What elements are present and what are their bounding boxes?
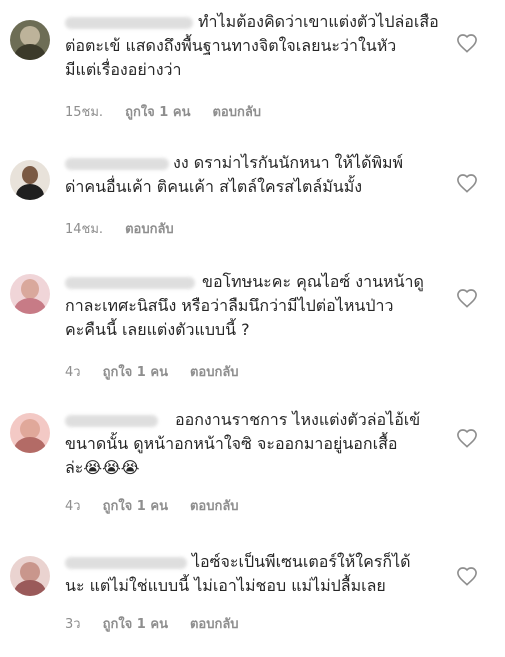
avatar[interactable] [10, 413, 50, 453]
avatar[interactable] [10, 160, 50, 200]
like-count-link[interactable]: ถูกใจ 1 คน [103, 495, 168, 516]
comment-meta: 3ว ถูกใจ 1 คน ตอบกลับ [65, 613, 261, 634]
comment-text: ออกงานราชการ ไหงแต่งตัวล่อไอ้เข้ ขนาดนั้… [65, 410, 421, 477]
avatar[interactable] [10, 556, 50, 596]
like-count-link[interactable]: ถูกใจ 1 คน [103, 361, 168, 382]
comment-time: 3ว [65, 617, 81, 632]
heart-outline-icon[interactable] [456, 288, 478, 308]
comment-meta: 14ชม. ตอบกลับ [65, 218, 196, 239]
like-count-link[interactable]: ถูกใจ 1 คน [103, 613, 168, 634]
reply-button[interactable]: ตอบกลับ [190, 613, 239, 634]
avatar[interactable] [10, 20, 50, 60]
avatar[interactable] [10, 274, 50, 314]
comment-text: ขอโทษนะคะ คุณไอซ์ งานหน้าดู กาละเทศะนิสน… [65, 272, 424, 339]
comment-text: ไอซ์จะเป็นพีเซนเตอร์ให้ใครก็ได้ นะ แต่ไม… [65, 552, 411, 595]
comment-meta: 4ว ถูกใจ 1 คน ตอบกลับ [65, 495, 261, 516]
comment-text: งง ดราม่าไรกันนักหนา ให้ได้พิมพ์ ด่าคนอื… [65, 153, 404, 196]
reply-button[interactable]: ตอบกลับ [125, 218, 174, 239]
reply-button[interactable]: ตอบกลับ [212, 101, 261, 122]
like-count-link[interactable]: ถูกใจ 1 คน [125, 101, 190, 122]
comment-meta: 4ว ถูกใจ 1 คน ตอบกลับ [65, 361, 261, 382]
reply-button[interactable]: ตอบกลับ [190, 495, 239, 516]
comment-time: 15ชม. [65, 105, 104, 120]
heart-outline-icon[interactable] [456, 33, 478, 53]
heart-outline-icon[interactable] [456, 173, 478, 193]
comment-meta: 15ชม. ถูกใจ 1 คน ตอบกลับ [65, 101, 283, 122]
reply-button[interactable]: ตอบกลับ [190, 361, 239, 382]
heart-outline-icon[interactable] [456, 428, 478, 448]
heart-outline-icon[interactable] [456, 566, 478, 586]
comment-time: 14ชม. [65, 222, 104, 237]
comment-text: ทำไมต้องคิดว่าเขาแต่งตัวไปล่อเสือ ต่อตะเ… [65, 12, 439, 79]
comment-time: 4ว [65, 499, 81, 514]
comment-time: 4ว [65, 365, 81, 380]
